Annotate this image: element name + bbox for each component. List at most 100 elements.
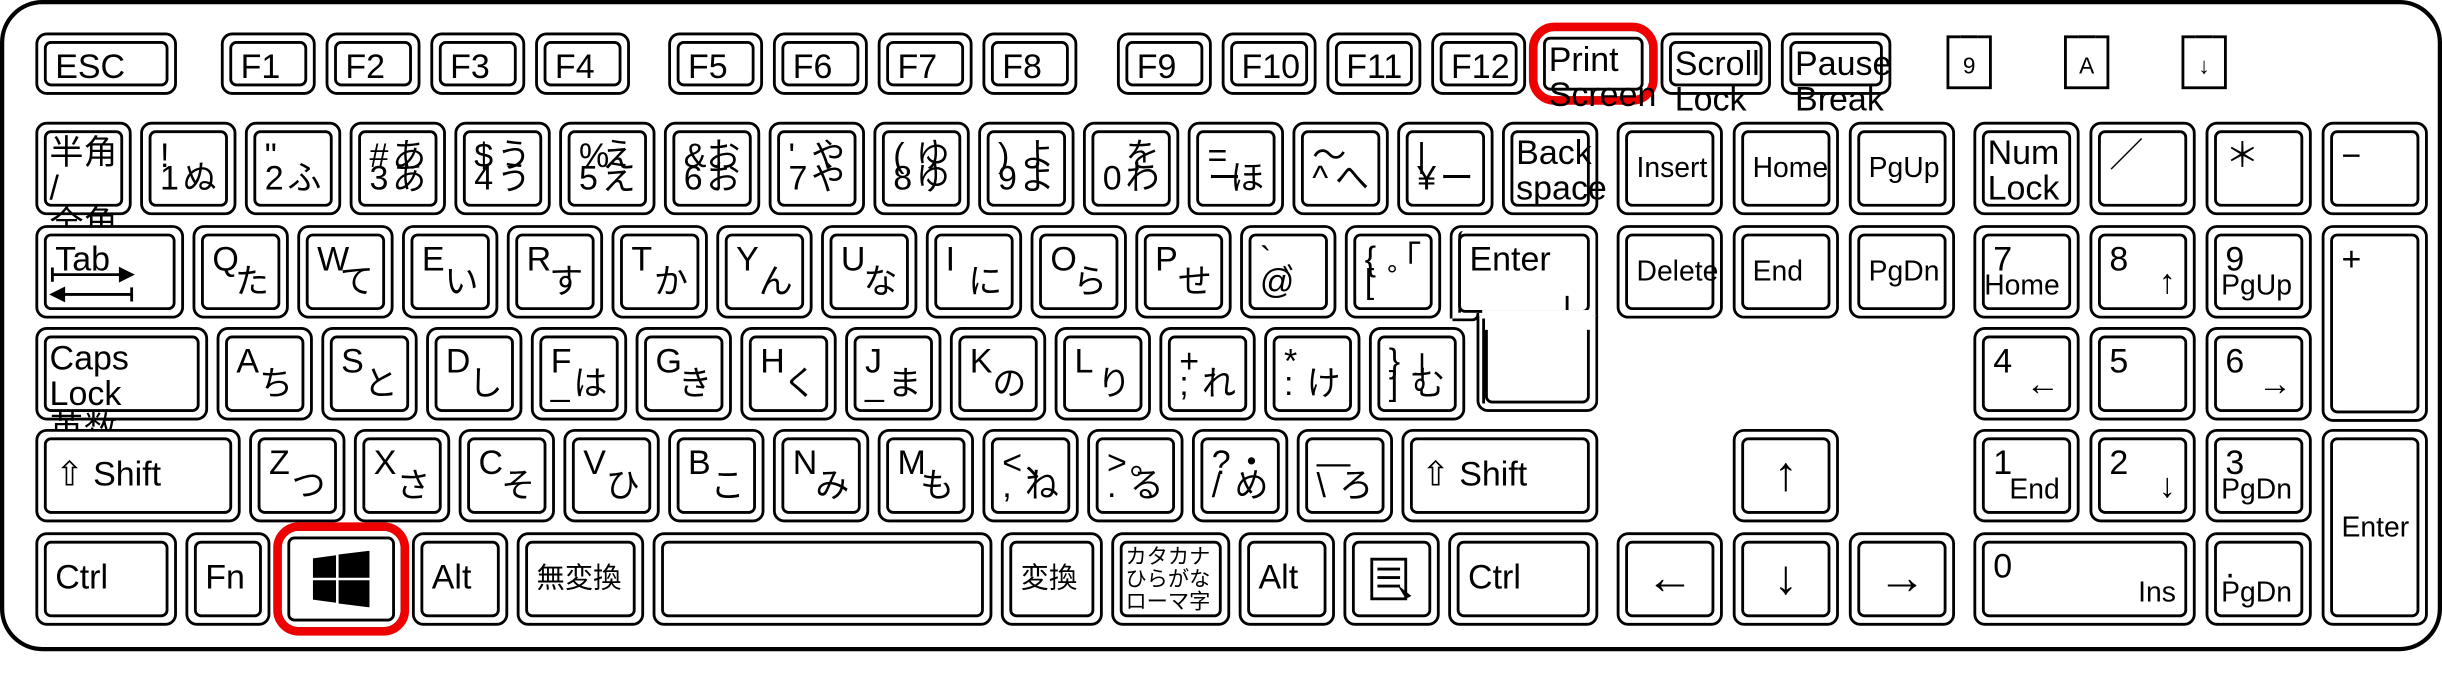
key-k[interactable]: Kの bbox=[950, 327, 1046, 420]
key-n[interactable]: Nみ bbox=[773, 429, 869, 522]
key-lalt[interactable]: Alt bbox=[412, 532, 508, 625]
key-fn[interactable]: Fn bbox=[185, 532, 270, 625]
key-left[interactable]: ← bbox=[1617, 532, 1723, 625]
key-o[interactable]: Oら bbox=[1031, 225, 1127, 318]
key-colon[interactable]: *:け bbox=[1264, 327, 1360, 420]
key-np9[interactable]: 9PgUp bbox=[2206, 225, 2312, 318]
key-8[interactable]: (ゆ8ゆ bbox=[873, 122, 969, 215]
key-up[interactable]: ↑ bbox=[1733, 429, 1839, 522]
key-lbracket[interactable]: {「[゜ bbox=[1345, 225, 1441, 318]
key-f9[interactable]: F9 bbox=[1117, 33, 1212, 95]
key-delete[interactable]: Delete bbox=[1617, 225, 1723, 318]
key-capslock[interactable]: Caps Lock英数 bbox=[35, 327, 208, 420]
key-s[interactable]: Sと bbox=[321, 327, 417, 420]
key-i[interactable]: Iに bbox=[926, 225, 1022, 318]
key-pgup[interactable]: PgUp bbox=[1849, 122, 1955, 215]
key-insert[interactable]: Insert bbox=[1617, 122, 1723, 215]
key-caret[interactable]: 〜^へ bbox=[1292, 122, 1388, 215]
key-w[interactable]: Wて bbox=[297, 225, 393, 318]
key-np0[interactable]: 0Ins bbox=[1973, 532, 2195, 625]
key-f5[interactable]: F5 bbox=[668, 33, 763, 95]
key-period[interactable]: >。.る bbox=[1087, 429, 1183, 522]
key-windows[interactable] bbox=[279, 528, 404, 630]
key-muhenkan[interactable]: 無変換 bbox=[517, 532, 644, 625]
key-at[interactable]: `@゛ bbox=[1240, 225, 1336, 318]
key-ralt[interactable]: Alt bbox=[1239, 532, 1335, 625]
key-rshift[interactable]: ⇧ Shift bbox=[1401, 429, 1598, 522]
key-9[interactable]: )よ9よ bbox=[978, 122, 1074, 215]
key-kana[interactable]: カタカナひらがなローマ字 bbox=[1111, 532, 1230, 625]
key-f[interactable]: F_は bbox=[531, 327, 627, 420]
key-f12[interactable]: F12 bbox=[1431, 33, 1526, 95]
key-2[interactable]: "2ふ bbox=[245, 122, 341, 215]
key-comma[interactable]: <、,ね bbox=[982, 429, 1078, 522]
key-r[interactable]: Rす bbox=[507, 225, 603, 318]
key-d[interactable]: Dし bbox=[426, 327, 522, 420]
key-f2[interactable]: F2 bbox=[326, 33, 421, 95]
key-y[interactable]: Yん bbox=[716, 225, 812, 318]
key-np-minus[interactable]: − bbox=[2322, 122, 2428, 215]
key-pgdn[interactable]: PgDn bbox=[1849, 225, 1955, 318]
key-np1[interactable]: 1End bbox=[1973, 429, 2079, 522]
key-5[interactable]: %え5え bbox=[559, 122, 655, 215]
key-j[interactable]: J_ま bbox=[845, 327, 941, 420]
key-scroll-lock[interactable]: ScrollLock bbox=[1661, 33, 1771, 95]
key-f4[interactable]: F4 bbox=[535, 33, 630, 95]
key-right[interactable]: → bbox=[1849, 532, 1955, 625]
key-down[interactable]: ↓ bbox=[1733, 532, 1839, 625]
key-np2[interactable]: 2↓ bbox=[2090, 429, 2196, 522]
key-t[interactable]: Tか bbox=[612, 225, 708, 318]
key-np4[interactable]: 4← bbox=[1973, 327, 2079, 420]
key-rbracket[interactable]: }」]む bbox=[1369, 327, 1465, 420]
key-enter-bottom[interactable] bbox=[1477, 316, 1599, 412]
key-np7[interactable]: 7Home bbox=[1973, 225, 2079, 318]
key-semicolon[interactable]: +;れ bbox=[1159, 327, 1255, 420]
key-menu[interactable] bbox=[1343, 532, 1439, 625]
key-np3[interactable]: 3PgDn bbox=[2206, 429, 2312, 522]
key-lctrl[interactable]: Ctrl bbox=[35, 532, 177, 625]
key-a[interactable]: Aち bbox=[217, 327, 313, 420]
key-tab[interactable]: Tab bbox=[35, 225, 184, 318]
key-f3[interactable]: F3 bbox=[430, 33, 525, 95]
key-end[interactable]: End bbox=[1733, 225, 1839, 318]
key-f11[interactable]: F11 bbox=[1326, 33, 1421, 95]
key-m[interactable]: Mも bbox=[878, 429, 974, 522]
key-4[interactable]: $う4う bbox=[454, 122, 550, 215]
key-print-screen[interactable]: PrintScreen bbox=[1535, 28, 1652, 99]
key-np8[interactable]: 8↑ bbox=[2090, 225, 2196, 318]
key-slash[interactable]: ?・/め bbox=[1192, 429, 1288, 522]
key-b[interactable]: Bこ bbox=[668, 429, 764, 522]
key-esc[interactable]: ESC bbox=[35, 33, 177, 95]
key-7[interactable]: 'や7や bbox=[769, 122, 865, 215]
key-np5[interactable]: 5 bbox=[2090, 327, 2196, 420]
key-np-enter[interactable]: Enter bbox=[2322, 429, 2428, 626]
key-h[interactable]: Hく bbox=[740, 327, 836, 420]
key-p[interactable]: Pせ bbox=[1135, 225, 1231, 318]
key-g[interactable]: Gき bbox=[636, 327, 732, 420]
key-c[interactable]: Cそ bbox=[459, 429, 555, 522]
key-f8[interactable]: F8 bbox=[982, 33, 1077, 95]
key-np-dot[interactable]: .PgDn bbox=[2206, 532, 2312, 625]
key-f7[interactable]: F7 bbox=[878, 33, 973, 95]
key-rctrl[interactable]: Ctrl bbox=[1448, 532, 1598, 625]
key-henkan[interactable]: 変換 bbox=[1001, 532, 1103, 625]
key-minus[interactable]: =ーほ bbox=[1188, 122, 1284, 215]
key-np-plus[interactable]: + bbox=[2322, 225, 2428, 422]
key-lshift[interactable]: ⇧ Shift bbox=[35, 429, 240, 522]
key-3[interactable]: #あ3あ bbox=[350, 122, 446, 215]
key-f6[interactable]: F6 bbox=[773, 33, 868, 95]
key-backslash[interactable]: —\ろ bbox=[1297, 429, 1393, 522]
key-backspace[interactable]: Backspace bbox=[1502, 122, 1598, 215]
key-v[interactable]: Vひ bbox=[563, 429, 659, 522]
key-np6[interactable]: 6→ bbox=[2206, 327, 2312, 420]
key-f1[interactable]: F1 bbox=[221, 33, 316, 95]
key-x[interactable]: Xさ bbox=[354, 429, 450, 522]
key-z[interactable]: Zつ bbox=[249, 429, 345, 522]
key-u[interactable]: Uな bbox=[821, 225, 917, 318]
key-np-multiply[interactable]: ＊ bbox=[2206, 122, 2312, 215]
key-0[interactable]: を0わ bbox=[1083, 122, 1179, 215]
key-l[interactable]: Lり bbox=[1055, 327, 1151, 420]
key-yen[interactable]: |¥ー bbox=[1397, 122, 1493, 215]
key-np-divide[interactable]: ／ bbox=[2090, 122, 2196, 215]
key-hankaku[interactable]: 半角 /全角漢字 bbox=[35, 122, 131, 215]
